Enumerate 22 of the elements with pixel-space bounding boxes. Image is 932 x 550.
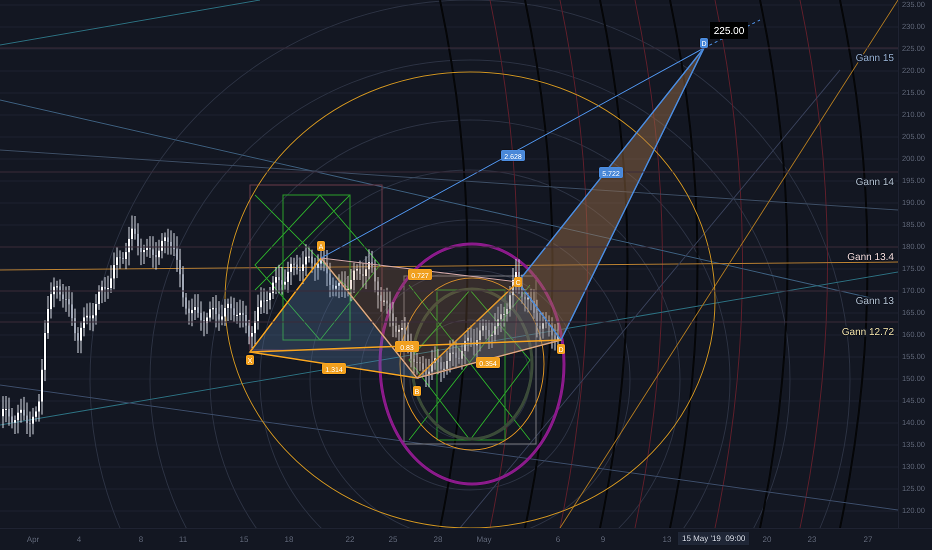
time-axis-label: 6	[556, 535, 560, 544]
gann-level-label: Gann 14	[856, 177, 894, 188]
price-tag: 225.00	[710, 22, 748, 39]
time-tag: 15 May '19 09:00	[678, 532, 750, 545]
gann-level-label: Gann 12.72	[842, 327, 894, 338]
time-axis-label: 4	[76, 535, 82, 544]
time-axis-label: 20	[762, 535, 772, 544]
time-axis-label: May	[476, 535, 492, 544]
gann-level-label: Gann 13	[856, 296, 894, 307]
time-axis-label: 8	[138, 535, 144, 544]
time-axis-label: 23	[808, 535, 816, 544]
time-axis-label: 18	[284, 535, 294, 544]
time-axis-label: Apr	[26, 535, 40, 544]
time-axis-label: 13	[662, 535, 672, 544]
gann-level-label: Gann 13.4	[847, 252, 894, 263]
time-axis-label: 27	[864, 535, 872, 544]
time-axis-label: 9	[600, 535, 606, 544]
time-axis-label: 15	[240, 535, 248, 544]
time-axis-label: 11	[178, 535, 188, 544]
time-axis-label: 28	[434, 535, 442, 544]
time-axis-label: 22	[346, 535, 354, 544]
time-axis-label: 25	[388, 535, 398, 544]
